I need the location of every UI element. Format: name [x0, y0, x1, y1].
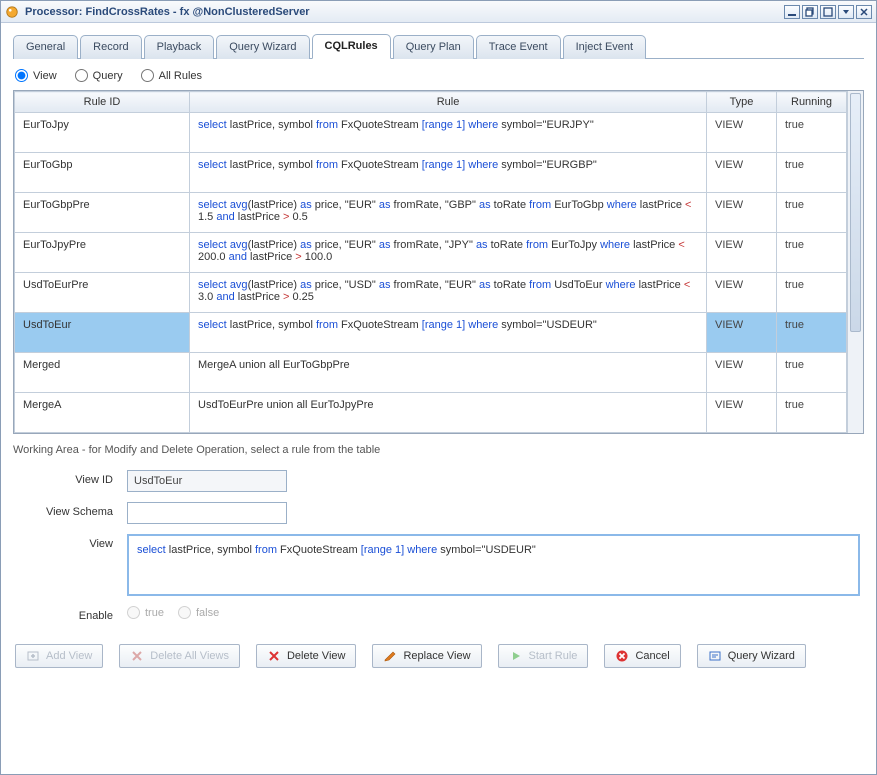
cell-rule: select avg(lastPrice) as price, "EUR" as… — [190, 233, 707, 273]
cell-rule: select avg(lastPrice) as price, "USD" as… — [190, 273, 707, 313]
filter-radio-all-rules[interactable]: All Rules — [141, 69, 202, 82]
table-row[interactable]: UsdToEurselect lastPrice, symbol from Fx… — [15, 313, 847, 353]
filter-radio-group: View Query All Rules — [13, 67, 864, 90]
cell-rule-id: Merged — [15, 353, 190, 393]
collapse-button[interactable] — [838, 5, 854, 19]
cancel-button[interactable]: Cancel — [604, 644, 680, 668]
cell-rule: select lastPrice, symbol from FxQuoteStr… — [190, 113, 707, 153]
tab-record[interactable]: Record — [80, 35, 141, 59]
table-row[interactable]: MergeAUsdToEurPre union all EurToJpyPreV… — [15, 393, 847, 433]
processor-window: Processor: FindCrossRates - fx @NonClust… — [0, 0, 877, 775]
filter-radio-query[interactable]: Query — [75, 69, 123, 82]
table-row[interactable]: MergedMergeA union all EurToGbpPreVIEWtr… — [15, 353, 847, 393]
restore-button[interactable] — [802, 5, 818, 19]
cell-rule-id: MergeA — [15, 393, 190, 433]
cell-type: VIEW — [707, 233, 777, 273]
scrollbar-thumb[interactable] — [850, 93, 861, 332]
view-schema-field[interactable] — [127, 502, 287, 524]
delete-all-views-button: Delete All Views — [119, 644, 240, 668]
cell-rule: select lastPrice, symbol from FxQuoteStr… — [190, 153, 707, 193]
cell-type: VIEW — [707, 193, 777, 233]
tab-general[interactable]: General — [13, 35, 78, 59]
view-schema-label: View Schema — [17, 502, 127, 518]
table-row[interactable]: EurToJpyPreselect avg(lastPrice) as pric… — [15, 233, 847, 273]
cell-rule-id: EurToJpy — [15, 113, 190, 153]
delete-icon — [267, 649, 281, 663]
app-icon — [5, 5, 19, 19]
rules-table-scroll: Rule ID Rule Type Running EurToJpyselect… — [14, 91, 847, 433]
cell-rule-id: EurToGbp — [15, 153, 190, 193]
col-header-rule-id[interactable]: Rule ID — [15, 92, 190, 113]
cell-rule: select avg(lastPrice) as price, "EUR" as… — [190, 193, 707, 233]
window-buttons — [784, 5, 872, 19]
cell-type: VIEW — [707, 313, 777, 353]
close-button[interactable] — [856, 5, 872, 19]
working-area-hint: Working Area - for Modify and Delete Ope… — [13, 444, 864, 456]
delete-all-icon — [130, 649, 144, 663]
tab-cqlrules[interactable]: CQLRules — [312, 34, 391, 59]
cell-type: VIEW — [707, 113, 777, 153]
cell-type: VIEW — [707, 353, 777, 393]
cell-rule: MergeA union all EurToGbpPre — [190, 353, 707, 393]
query-wizard-button[interactable]: Query Wizard — [697, 644, 806, 668]
play-icon — [509, 649, 523, 663]
tab-playback[interactable]: Playback — [144, 35, 215, 59]
cell-rule: UsdToEurPre union all EurToJpyPre — [190, 393, 707, 433]
view-textarea[interactable]: select lastPrice, symbol from FxQuoteStr… — [127, 534, 860, 596]
tab-query-plan[interactable]: Query Plan — [393, 35, 474, 59]
add-icon — [26, 649, 40, 663]
minimize-button[interactable] — [784, 5, 800, 19]
enable-true-radio: true — [127, 606, 164, 619]
tab-query-wizard[interactable]: Query Wizard — [216, 35, 309, 59]
cell-rule-id: EurToJpyPre — [15, 233, 190, 273]
delete-view-button[interactable]: Delete View — [256, 644, 357, 668]
tab-bar: GeneralRecordPlaybackQuery WizardCQLRule… — [13, 33, 864, 59]
start-rule-button: Start Rule — [498, 644, 589, 668]
maximize-button[interactable] — [820, 5, 836, 19]
table-row[interactable]: EurToGbpPreselect avg(lastPrice) as pric… — [15, 193, 847, 233]
cell-rule-id: UsdToEur — [15, 313, 190, 353]
cell-running: true — [777, 353, 847, 393]
view-id-label: View ID — [17, 470, 127, 486]
cell-running: true — [777, 113, 847, 153]
content-area: GeneralRecordPlaybackQuery WizardCQLRule… — [1, 23, 876, 774]
edit-icon — [383, 649, 397, 663]
cell-rule-id: UsdToEurPre — [15, 273, 190, 313]
cell-running: true — [777, 313, 847, 353]
enable-label: Enable — [17, 606, 127, 622]
cell-running: true — [777, 233, 847, 273]
view-id-field[interactable] — [127, 470, 287, 492]
col-header-running[interactable]: Running — [777, 92, 847, 113]
cell-rule-id: EurToGbpPre — [15, 193, 190, 233]
cell-type: VIEW — [707, 273, 777, 313]
cell-running: true — [777, 193, 847, 233]
col-header-type[interactable]: Type — [707, 92, 777, 113]
enable-false-radio: false — [178, 606, 219, 619]
table-row[interactable]: EurToGbpselect lastPrice, symbol from Fx… — [15, 153, 847, 193]
cell-running: true — [777, 273, 847, 313]
window-title: Processor: FindCrossRates - fx @NonClust… — [25, 6, 784, 18]
vertical-scrollbar[interactable] — [847, 91, 863, 433]
table-row[interactable]: EurToJpyselect lastPrice, symbol from Fx… — [15, 113, 847, 153]
filter-radio-view[interactable]: View — [15, 69, 57, 82]
rules-table-wrap: Rule ID Rule Type Running EurToJpyselect… — [13, 90, 864, 434]
tab-inject-event[interactable]: Inject Event — [563, 35, 646, 59]
wizard-icon — [708, 649, 722, 663]
table-row[interactable]: UsdToEurPreselect avg(lastPrice) as pric… — [15, 273, 847, 313]
view-label: View — [17, 534, 127, 550]
replace-view-button[interactable]: Replace View — [372, 644, 481, 668]
cell-rule: select lastPrice, symbol from FxQuoteStr… — [190, 313, 707, 353]
col-header-rule[interactable]: Rule — [190, 92, 707, 113]
rules-table: Rule ID Rule Type Running EurToJpyselect… — [14, 91, 847, 433]
working-area-form: View ID View Schema View select lastPric… — [13, 470, 864, 632]
cell-running: true — [777, 393, 847, 433]
titlebar: Processor: FindCrossRates - fx @NonClust… — [1, 1, 876, 23]
add-view-button: Add View — [15, 644, 103, 668]
cell-type: VIEW — [707, 153, 777, 193]
tab-trace-event[interactable]: Trace Event — [476, 35, 561, 59]
button-bar: Add View Delete All Views Delete View Re… — [13, 632, 864, 672]
cell-running: true — [777, 153, 847, 193]
cell-type: VIEW — [707, 393, 777, 433]
cancel-icon — [615, 649, 629, 663]
